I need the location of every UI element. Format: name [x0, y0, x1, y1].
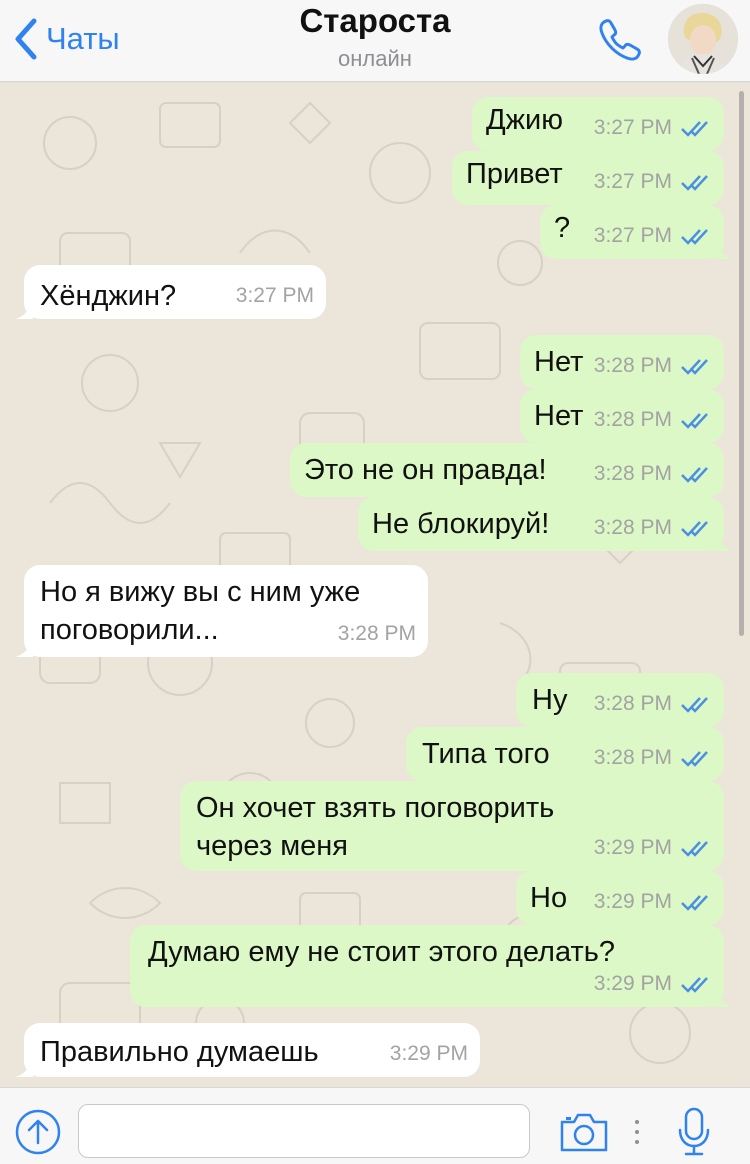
upload-arrow-icon [15, 1109, 61, 1155]
message-time: 3:28 PM [593, 354, 672, 377]
message-meta: 3:27 PM [236, 277, 314, 315]
phone-icon [599, 19, 641, 61]
read-ticks-icon [681, 977, 708, 993]
read-ticks-icon [681, 841, 708, 857]
message-bubble-outgoing[interactable]: Привет 3:27 PM [452, 151, 724, 205]
message-bubble-incoming[interactable]: Хёнджин? 3:27 PM [15, 265, 326, 319]
read-ticks-icon [681, 175, 708, 191]
read-ticks-icon [681, 697, 708, 713]
message-meta: 3:27 PM [594, 109, 712, 147]
read-ticks-icon [681, 467, 708, 483]
message-bubble-outgoing[interactable]: Но 3:29 PM [516, 871, 724, 925]
message-meta: 3:28 PM [594, 509, 712, 547]
message-bubble-incoming[interactable]: Но я вижу вы с ним уже поговорили... 3:2… [15, 565, 428, 657]
message-bubble-outgoing[interactable]: Типа того 3:28 PM [406, 727, 724, 781]
message-time: 3:28 PM [593, 692, 672, 715]
read-ticks-icon [681, 521, 708, 537]
message-meta: 3:28 PM [594, 401, 712, 439]
separator-dots [635, 1120, 639, 1144]
message-time: 3:28 PM [593, 408, 672, 431]
message-bubble-incoming[interactable]: Правильно думаешь 3:29 PM [15, 1023, 480, 1077]
bubble-tail [715, 241, 733, 259]
read-ticks-icon [681, 895, 708, 911]
microphone-icon [678, 1107, 710, 1156]
message-time: 3:28 PM [593, 746, 672, 769]
message-time: 3:28 PM [337, 622, 416, 645]
message-meta: 3:27 PM [594, 217, 712, 255]
message-time: 3:27 PM [593, 224, 672, 247]
message-bubble-outgoing[interactable]: Джию 3:27 PM [472, 97, 724, 151]
microphone-button[interactable] [676, 1106, 712, 1158]
composer-bar [0, 1087, 750, 1164]
message-bubble-outgoing[interactable]: Нет 3:28 PM [520, 389, 724, 443]
message-time: 3:27 PM [593, 116, 672, 139]
attach-button[interactable] [14, 1108, 62, 1156]
message-text: Он хочет взять поговорить через меня [196, 792, 555, 862]
message-bubble-outgoing[interactable]: Нет 3:28 PM [520, 335, 724, 389]
message-meta: 3:28 PM [594, 739, 712, 777]
message-bubble-outgoing[interactable]: Он хочет взять поговорить через меня 3:2… [180, 781, 724, 871]
read-ticks-icon [681, 751, 708, 767]
message-bubble-outgoing[interactable]: Ну 3:28 PM [516, 673, 724, 727]
scrollbar[interactable] [739, 91, 744, 636]
message-meta: 3:29 PM [594, 829, 712, 867]
message-time: 3:29 PM [593, 836, 672, 859]
read-ticks-icon [681, 359, 708, 375]
message-bubble-outgoing[interactable]: Думаю ему не стоит этого делать? 3:29 PM [130, 925, 733, 1007]
bubble-tail [715, 989, 733, 1007]
contact-avatar[interactable] [668, 4, 738, 74]
bubble-tail [15, 639, 33, 657]
read-ticks-icon [681, 121, 708, 137]
message-meta: 3:29 PM [390, 1035, 468, 1073]
message-meta: 3:28 PM [594, 685, 712, 723]
message-meta: 3:28 PM [594, 347, 712, 385]
message-time: 3:29 PM [389, 1042, 468, 1065]
camera-icon [560, 1113, 608, 1152]
bubble-tail [15, 1059, 33, 1077]
message-meta: 3:28 PM [594, 455, 712, 493]
message-meta: 3:29 PM [594, 883, 712, 921]
message-time: 3:27 PM [235, 284, 314, 307]
call-button[interactable] [594, 14, 646, 66]
read-ticks-icon [681, 229, 708, 245]
bubble-tail [715, 533, 733, 551]
message-time: 3:27 PM [593, 170, 672, 193]
message-time: 3:28 PM [593, 516, 672, 539]
read-ticks-icon [681, 413, 708, 429]
message-meta: 3:28 PM [338, 615, 416, 653]
message-time: 3:29 PM [593, 972, 672, 995]
message-input[interactable] [78, 1104, 530, 1158]
message-meta: 3:27 PM [594, 163, 712, 201]
message-bubble-outgoing[interactable]: Не блокируй! 3:28 PM [358, 497, 733, 551]
chat-header: Чаты Староста онлайн [0, 0, 750, 82]
message-time: 3:28 PM [593, 462, 672, 485]
camera-button[interactable] [558, 1110, 610, 1154]
message-bubble-outgoing[interactable]: Это не он правда! 3:28 PM [290, 443, 724, 497]
message-time: 3:29 PM [593, 890, 672, 913]
message-bubble-outgoing[interactable]: ? 3:27 PM [540, 205, 733, 259]
message-list[interactable]: Джию 3:27 PM Привет 3:27 PM ? 3:27 PM Хё… [0, 83, 750, 1087]
bubble-tail [15, 301, 33, 319]
message-meta: 3:29 PM [594, 965, 712, 1003]
